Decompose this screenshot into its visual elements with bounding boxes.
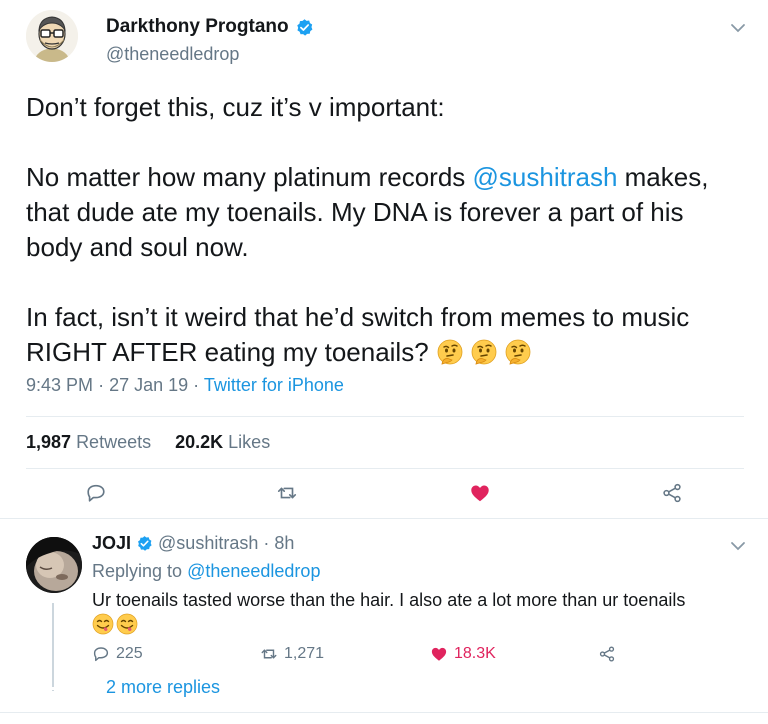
reply-actions: 225 1,271 18.3K (0, 645, 768, 665)
author-name[interactable]: Darkthony Progtano (106, 16, 314, 38)
retweets-count: 1,987 (26, 432, 72, 452)
heart-icon[interactable] (469, 482, 491, 504)
reply-age[interactable]: 8h (274, 533, 294, 554)
chevron-down-icon[interactable] (728, 20, 748, 36)
tweet-date[interactable]: 27 Jan 19 (109, 375, 188, 395)
main-tweet: Darkthony Progtano @theneedledrop Don’t … (0, 0, 768, 519)
tweet-stats: 1,987 Retweets 20.2K Likes (26, 432, 270, 453)
meta-separator: · (98, 375, 110, 395)
mention-link[interactable]: @sushitrash (473, 162, 618, 192)
face-savoring-food-emoji (116, 613, 138, 635)
verified-badge-icon (296, 18, 313, 36)
reply-tweet[interactable]: JOJI @sushitrash · 8h Replying to @thene… (0, 519, 768, 724)
likes-count: 20.2K (175, 432, 224, 452)
tweet-time[interactable]: 9:43 PM (26, 375, 93, 395)
retweet-count: 1,271 (284, 645, 325, 662)
replying-to: Replying to @theneedledrop (92, 561, 320, 582)
tweet-text-line1: Don’t forget this, cuz it’s v important: (26, 92, 445, 122)
tweet-text-p3: In fact, isn’t it weird that he’d switch… (26, 302, 690, 367)
reply-avatar[interactable] (26, 537, 82, 593)
reply-icon[interactable] (85, 482, 107, 504)
retweet-icon (261, 649, 277, 659)
reply-author-name[interactable]: JOJI (92, 533, 131, 554)
author-avatar[interactable] (26, 10, 78, 62)
meta-separator: · (193, 375, 204, 395)
divider (26, 468, 744, 469)
face-savoring-food-emoji (92, 613, 114, 635)
replying-to-mention[interactable]: @theneedledrop (187, 561, 320, 581)
divider (0, 712, 768, 713)
reply-share-button[interactable] (598, 645, 616, 663)
thread-dots (52, 675, 54, 691)
heart-icon (431, 647, 447, 661)
reply-emojis (92, 613, 138, 635)
tweet-source-link[interactable]: Twitter for iPhone (204, 375, 344, 395)
tweet-text-p2-before: No matter how many platinum records (26, 162, 473, 192)
reply-retweet-button[interactable]: 1,271 (260, 645, 324, 663)
retweets-label: Retweets (76, 432, 152, 452)
reply-header: JOJI @sushitrash · 8h (92, 533, 294, 554)
tweet-text: Don’t forget this, cuz it’s v important:… (26, 90, 726, 370)
reply-count: 225 (116, 645, 143, 662)
tweet-text-paragraph2: No matter how many platinum records @sus… (26, 160, 726, 265)
chevron-down-icon[interactable] (728, 538, 748, 554)
tweet-text-paragraph3: In fact, isn’t it weird that he’d switch… (26, 300, 726, 370)
more-replies-link[interactable]: 2 more replies (106, 677, 220, 698)
author-name-text: Darkthony Progtano (106, 16, 289, 37)
retweets-stat[interactable]: 1,987 Retweets (26, 432, 151, 453)
likes-label: Likes (228, 432, 271, 452)
divider (26, 416, 744, 417)
tweet-actions (0, 482, 768, 506)
thinking-face-emoji (437, 339, 463, 365)
reply-author-handle[interactable]: @sushitrash (158, 533, 258, 554)
thinking-face-emoji (505, 339, 531, 365)
reply-reply-button[interactable]: 225 (92, 645, 143, 663)
share-icon (599, 646, 615, 662)
like-count: 18.3K (454, 645, 496, 662)
retweet-icon[interactable] (276, 482, 298, 504)
likes-stat[interactable]: 20.2K Likes (175, 432, 270, 453)
reply-separator: · (263, 533, 270, 553)
verified-badge-icon (138, 536, 152, 551)
replying-to-label: Replying to (92, 561, 183, 581)
tweet-meta: 9:43 PM · 27 Jan 19 · Twitter for iPhone (26, 375, 344, 396)
reply-icon (93, 647, 109, 662)
thinking-face-emoji (471, 339, 497, 365)
reply-text: Ur toenails tasted worse than the hair. … (92, 590, 686, 610)
share-icon[interactable] (661, 482, 683, 504)
reply-like-button[interactable]: 18.3K (430, 645, 496, 663)
author-handle[interactable]: @theneedledrop (106, 44, 239, 65)
